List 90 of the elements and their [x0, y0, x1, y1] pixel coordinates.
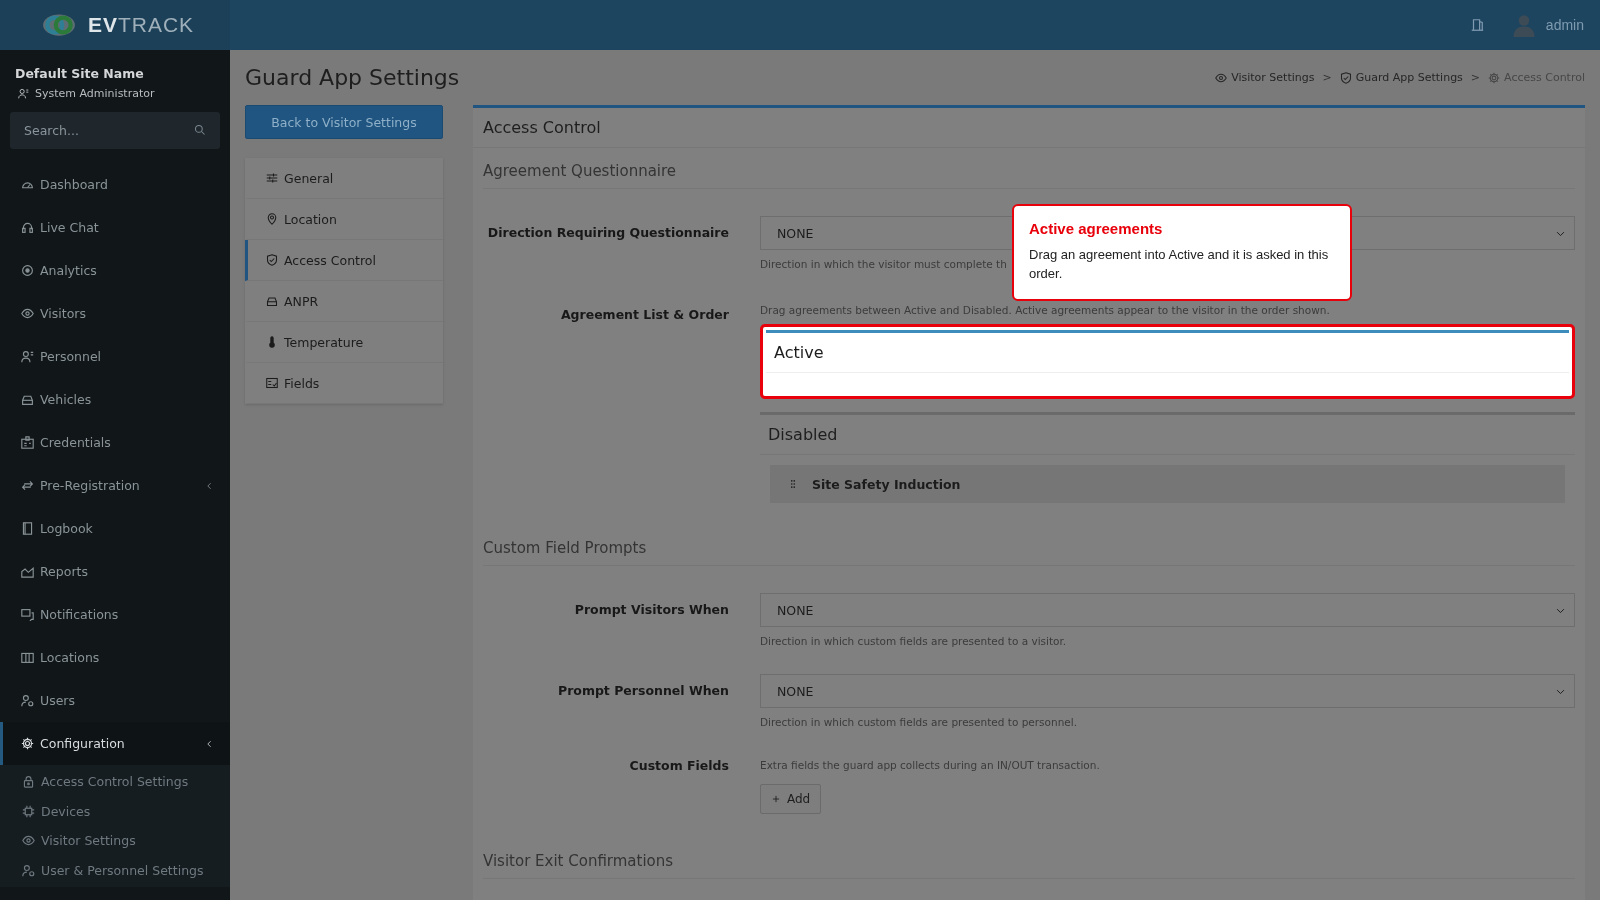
submenu-item[interactable]: User & Personnel Settings	[0, 855, 230, 885]
avatar-icon	[1511, 12, 1536, 38]
select-field[interactable]: NONE	[760, 593, 1575, 627]
settings-menu-item[interactable]: Access Control	[245, 240, 443, 281]
submenu-item[interactable]: Devices	[0, 796, 230, 826]
sidebar-item[interactable]: Vehicles	[0, 378, 230, 421]
sidebar-item[interactable]: Analytics	[0, 249, 230, 292]
section-heading: Agreement Questionnaire	[483, 148, 1575, 189]
section-heading: Visitor Exit Confirmations	[483, 822, 1575, 879]
user-gear-icon	[21, 694, 34, 707]
sidebar-item[interactable]: Notifications	[0, 593, 230, 636]
gear-icon	[21, 737, 34, 750]
agreement-item[interactable]: Site Safety Induction	[770, 465, 1565, 503]
user-gear-icon	[22, 863, 35, 877]
sidebar-item[interactable]: Personnel	[0, 335, 230, 378]
submenu-item[interactable]: Visitor Settings	[0, 826, 230, 856]
chevron-icon	[205, 738, 214, 749]
logo-text: EVTRACK	[87, 13, 195, 37]
help-text: Direction in which the visitor must complete th	[760, 258, 1008, 270]
shield-icon	[1339, 71, 1352, 84]
form-icon	[266, 377, 278, 389]
breadcrumb-separator: >	[1470, 71, 1481, 84]
field-label: Custom Fields	[628, 757, 729, 775]
gear-icon	[1488, 71, 1501, 84]
map-icon	[21, 651, 34, 664]
help-text: Direction in which custom fields are presented to personnel.	[760, 716, 1078, 728]
panel-title: Active	[766, 333, 1569, 373]
car-icon	[21, 393, 34, 406]
card-title: Access Control	[473, 108, 1585, 148]
plus-icon	[771, 794, 781, 804]
search-icon	[194, 124, 206, 136]
person-icon	[21, 350, 34, 363]
sliders-icon	[266, 172, 278, 184]
car-icon	[266, 295, 278, 307]
chevron-icon	[205, 480, 214, 491]
page-title: Guard App Settings	[245, 65, 461, 90]
site-name: Default Site Name	[14, 65, 145, 83]
field-label: Agreement List & Order	[559, 306, 729, 324]
thermometer-icon	[266, 336, 278, 348]
eye-icon	[21, 307, 34, 320]
field-label: Prompt Visitors When	[573, 601, 729, 619]
arrows-icon	[21, 479, 34, 492]
chip-icon	[22, 804, 35, 818]
select-field[interactable]: NONE	[760, 674, 1575, 708]
sidebar-item[interactable]: Dashboard	[0, 163, 230, 206]
settings-menu-item[interactable]: General	[245, 158, 443, 199]
settings-menu-item[interactable]: Temperature	[245, 322, 443, 363]
eye-icon	[1215, 71, 1228, 84]
tooltip-text: Drag an agreement into Active and it is asked in this order.	[1029, 246, 1330, 283]
pin-icon	[266, 213, 278, 225]
breadcrumb-link[interactable]: Visitor Settings	[1215, 71, 1315, 84]
lock-icon	[22, 775, 35, 789]
chart-icon	[21, 565, 34, 578]
help-text: Extra fields the guard app collects during an IN/OUT transaction.	[760, 759, 1101, 771]
settings-menu-item[interactable]: ANPR	[245, 281, 443, 322]
settings-menu-item[interactable]: Location	[245, 199, 443, 240]
chat-icon	[21, 608, 34, 621]
panel-title: Disabled	[760, 415, 1575, 455]
shield-icon	[266, 254, 278, 266]
user-name[interactable]: admin	[1545, 17, 1584, 33]
sidebar-item[interactable]: Live Chat	[0, 206, 230, 249]
breadcrumb-link[interactable]: Guard App Settings	[1339, 71, 1463, 84]
id-card-icon	[21, 436, 34, 449]
sidebar-item[interactable]: Logbook	[0, 507, 230, 550]
submenu-item[interactable]: Access Control Settings	[0, 767, 230, 797]
help-text: Drag agreements between Active and Disabled. Active agreements appear to the visitor in the order shown.	[760, 304, 1331, 316]
sidebar-item[interactable]: Reports	[0, 550, 230, 593]
sidebar-item[interactable]: Credentials	[0, 421, 230, 464]
person-icon	[18, 88, 29, 99]
add-button[interactable]: Add	[760, 784, 822, 814]
sidebar-item[interactable]: Pre-Registration	[0, 464, 230, 507]
sidebar-item[interactable]: Locations	[0, 636, 230, 679]
settings-menu-item[interactable]: Fields	[245, 363, 443, 404]
door-icon	[1469, 17, 1484, 33]
field-label: Direction Requiring Questionnaire	[486, 224, 729, 242]
user-role: System Administrator	[35, 87, 155, 100]
sidebar-item[interactable]: Visitors	[0, 292, 230, 335]
eye-icon	[22, 834, 35, 848]
sidebar-item[interactable]: Users	[0, 679, 230, 722]
tooltip-title: Active agreements	[1029, 220, 1164, 237]
breadcrumb-separator: >	[1322, 71, 1332, 84]
grip-icon	[788, 478, 798, 490]
field-label: Prompt Personnel When	[556, 682, 729, 700]
search-field[interactable]: Search...	[10, 112, 220, 149]
target-icon	[21, 264, 34, 277]
headset-icon	[21, 221, 34, 234]
book-icon	[21, 522, 34, 535]
help-text: Direction in which custom fields are presented to a visitor.	[760, 635, 1068, 647]
section-heading: Custom Field Prompts	[483, 525, 1575, 566]
back-button[interactable]: Back to Visitor Settings	[245, 105, 443, 139]
